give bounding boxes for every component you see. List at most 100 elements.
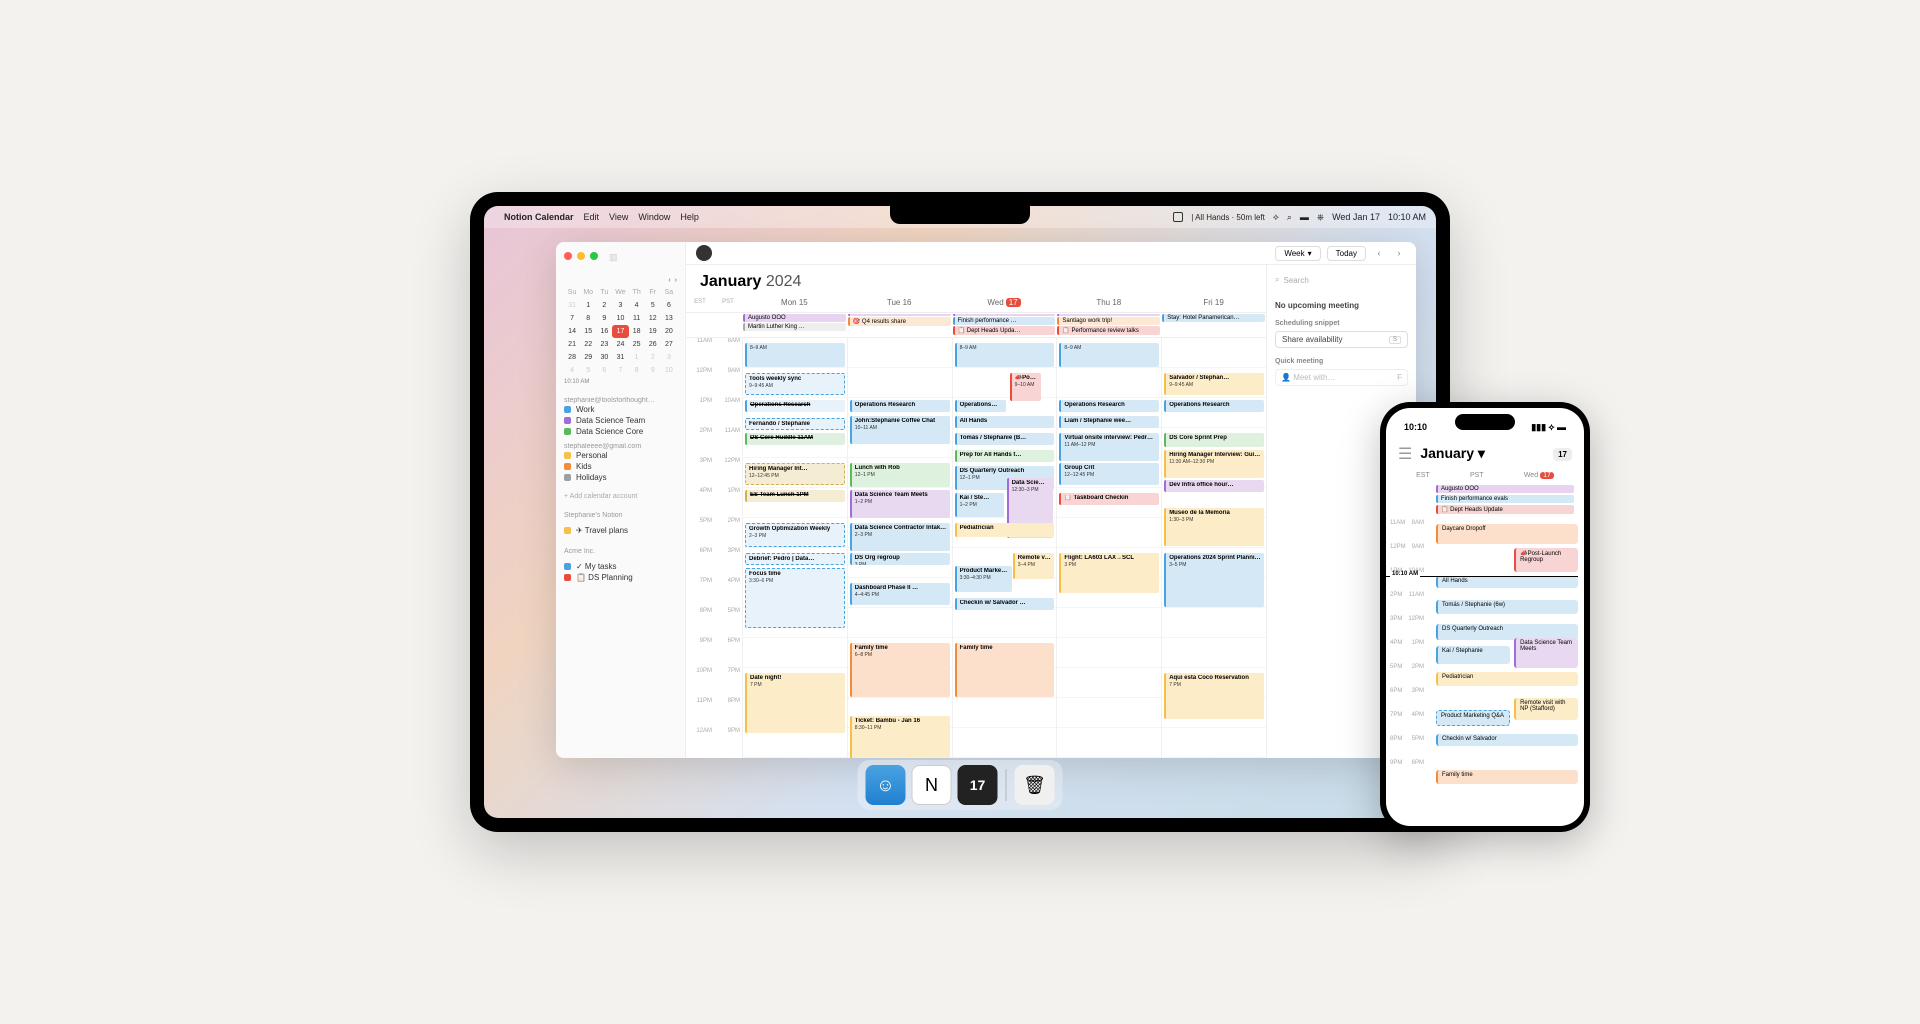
calendar-event[interactable]: Operations Research bbox=[745, 400, 845, 412]
day-column[interactable]: 8–9 AMOperations ResearchLiam / Stephani… bbox=[1056, 338, 1161, 758]
share-availability-button[interactable]: Share availabilityS bbox=[1275, 331, 1408, 348]
calendar-event[interactable]: Museo de la Memoria1:30–3 PM bbox=[1164, 508, 1264, 546]
mini-cal-day[interactable]: 1 bbox=[580, 299, 596, 312]
notion-db-item[interactable]: ✈︎ Travel plans bbox=[564, 525, 677, 536]
mini-cal-day[interactable]: 25 bbox=[629, 338, 645, 351]
mini-cal-day[interactable]: 31 bbox=[564, 299, 580, 312]
mini-cal-day[interactable]: 31 bbox=[612, 351, 628, 364]
mini-cal-day[interactable]: 10 bbox=[612, 312, 628, 325]
allday-event[interactable] bbox=[953, 314, 1056, 316]
next-week-button[interactable]: › bbox=[1392, 246, 1406, 260]
phone-event[interactable]: Daycare Dropoff bbox=[1436, 524, 1578, 544]
mini-cal-day[interactable]: 9 bbox=[596, 312, 612, 325]
allday-event[interactable]: Martin Luther King … bbox=[743, 323, 846, 331]
calendar-event[interactable]: Lunch with Rob12–1 PM bbox=[850, 463, 950, 487]
mini-cal-day[interactable]: 11 bbox=[629, 312, 645, 325]
mini-cal-day[interactable]: 27 bbox=[661, 338, 677, 351]
mini-cal-day[interactable]: 5 bbox=[645, 299, 661, 312]
phone-event[interactable]: Remote visit with NP (Stafford) bbox=[1514, 698, 1578, 720]
mini-cal-day[interactable]: 21 bbox=[564, 338, 580, 351]
mini-cal-day[interactable]: 7 bbox=[612, 364, 628, 377]
calendar-event[interactable]: Family time bbox=[955, 643, 1055, 697]
phone-event[interactable]: Checkin w/ Salvador bbox=[1436, 734, 1578, 746]
mini-cal-day[interactable]: 6 bbox=[661, 299, 677, 312]
menubar-app-name[interactable]: Notion Calendar bbox=[504, 212, 574, 222]
calendar-event[interactable]: 📋 Taskboard Checkin bbox=[1059, 493, 1159, 505]
calendar-item[interactable]: Data Science Team bbox=[564, 415, 677, 426]
phone-allday-event[interactable]: 📋 Dept Heads Update bbox=[1436, 505, 1574, 514]
allday-event[interactable] bbox=[848, 314, 951, 316]
calendar-event[interactable]: 8–9 AM bbox=[955, 343, 1055, 367]
calendar-event[interactable]: Growth Optimization Weekly2–3 PM bbox=[745, 523, 845, 547]
control-center-icon[interactable]: ⎈ bbox=[1317, 212, 1324, 223]
calendar-event[interactable]: Hiring Manager Int…12–12:45 PM bbox=[745, 463, 845, 485]
add-calendar-account[interactable]: + Add calendar account bbox=[564, 493, 677, 500]
calendar-event[interactable]: Salvador / Stephan…9–9:45 AM bbox=[1164, 373, 1264, 395]
phone-event[interactable]: Kai / Stephanie bbox=[1436, 646, 1510, 664]
phone-event[interactable]: Product Marketing Q&A bbox=[1436, 710, 1510, 726]
mini-cal-day[interactable]: 6 bbox=[596, 364, 612, 377]
calendar-event[interactable]: Operations… bbox=[955, 400, 1007, 412]
mini-cal-day[interactable]: 3 bbox=[661, 351, 677, 364]
mini-cal-day[interactable]: 10 bbox=[661, 364, 677, 377]
mini-cal-day[interactable]: 16 bbox=[596, 325, 612, 338]
mini-cal-day[interactable]: 28 bbox=[564, 351, 580, 364]
mini-cal-day[interactable]: 15 bbox=[580, 325, 596, 338]
allday-event[interactable]: 📋 Dept Heads Upda… bbox=[953, 326, 1056, 335]
calendar-event[interactable]: Flight: LA603 LAX→SCL3 PM bbox=[1059, 553, 1159, 593]
calendar-event[interactable]: Remote visit …3–4 PM bbox=[1013, 553, 1055, 579]
calendar-event[interactable]: Operations Research bbox=[850, 400, 950, 412]
mini-cal-day[interactable]: 18 bbox=[629, 325, 645, 338]
calendar-event[interactable]: Pediatrician bbox=[955, 523, 1055, 537]
calendar-event[interactable]: Operations Research bbox=[1164, 400, 1264, 412]
allday-event[interactable]: Stay: Hotel Panamerican… bbox=[1162, 314, 1265, 322]
calendar-event[interactable]: 8–9 AM bbox=[745, 343, 845, 367]
day-column[interactable]: Operations ResearchJohn:Stephanie Coffee… bbox=[847, 338, 952, 758]
mini-cal-day[interactable]: 5 bbox=[580, 364, 596, 377]
calendar-event[interactable]: Virtual onsite interview: Pedro …11 AM–1… bbox=[1059, 433, 1159, 461]
dock-calendar[interactable]: 17 bbox=[958, 765, 998, 805]
acme-db-item[interactable]: 📋 DS Planning bbox=[564, 572, 677, 583]
calendar-event[interactable]: Dashboard Phase II …4–4:45 PM bbox=[850, 583, 950, 605]
calendar-event[interactable]: Data Science Contractor Intake:…2–3 PM bbox=[850, 523, 950, 551]
calendar-event[interactable]: Data Science Team Meets1–2 PM bbox=[850, 490, 950, 518]
calendar-event[interactable]: Family time6–8 PM bbox=[850, 643, 950, 697]
calendar-item[interactable]: Personal bbox=[564, 450, 677, 461]
mini-cal-day[interactable]: 4 bbox=[629, 299, 645, 312]
meet-with-input[interactable]: 👤 Meet with…F bbox=[1275, 369, 1408, 386]
mini-cal-day[interactable]: 2 bbox=[596, 299, 612, 312]
calendar-event[interactable]: Date night!7 PM bbox=[745, 673, 845, 733]
maximize-button[interactable] bbox=[590, 252, 598, 260]
calendar-event[interactable]: Tomás / Stephanie (B… bbox=[955, 433, 1055, 445]
calendar-event[interactable]: DS Core Huddle 11AM bbox=[745, 433, 845, 445]
user-avatar[interactable] bbox=[696, 245, 712, 261]
calendar-event[interactable]: Checkin w/ Salvador … bbox=[955, 598, 1055, 610]
search-icon[interactable]: ⌕ bbox=[1287, 212, 1292, 223]
mini-cal-day[interactable]: 24 bbox=[612, 338, 628, 351]
calendar-event[interactable]: Fernando / Stephanie bbox=[745, 418, 845, 430]
mini-cal-day[interactable]: 17 bbox=[612, 325, 628, 338]
mini-cal-day[interactable]: 12 bbox=[645, 312, 661, 325]
allday-event[interactable]: 🎯 Q4 results share bbox=[848, 317, 951, 326]
close-button[interactable] bbox=[564, 252, 572, 260]
mini-cal-day[interactable]: 29 bbox=[580, 351, 596, 364]
mini-cal-next[interactable]: › bbox=[675, 277, 677, 284]
allday-event[interactable]: 📋 Performance review talks bbox=[1057, 326, 1160, 335]
phone-event[interactable]: Data Science Team Meets bbox=[1514, 638, 1578, 668]
menubar-date[interactable]: Wed Jan 17 bbox=[1332, 212, 1380, 222]
mini-cal-day[interactable]: 9 bbox=[645, 364, 661, 377]
calendar-event[interactable]: Group Crit12–12:45 PM bbox=[1059, 463, 1159, 485]
allday-event[interactable]: Santiago work trip! bbox=[1057, 317, 1160, 325]
calendar-event[interactable]: DS Core Sprint Prep bbox=[1164, 433, 1264, 447]
mini-cal-day[interactable]: 4 bbox=[564, 364, 580, 377]
sidebar-toggle-icon[interactable]: ▥ bbox=[609, 252, 618, 263]
menubar-view[interactable]: View bbox=[609, 212, 628, 222]
calendar-event[interactable]: Kai / Ste…1–2 PM bbox=[955, 493, 1005, 517]
calendar-event[interactable]: Liam / Stephanie wee… bbox=[1059, 416, 1159, 428]
calendar-event[interactable]: Hiring Manager Interview: Gui …11:30 AM–… bbox=[1164, 450, 1264, 478]
week-grid[interactable]: 11AM12PM1PM2PM3PM4PM5PM6PM7PM8PM9PM10PM1… bbox=[686, 338, 1266, 758]
phone-allday-event[interactable]: Augusto OOO bbox=[1436, 485, 1574, 493]
mini-cal-day[interactable]: 23 bbox=[596, 338, 612, 351]
calendar-event[interactable]: 8–9 AM bbox=[1059, 343, 1159, 367]
menubar-notion-icon[interactable] bbox=[1173, 212, 1183, 222]
